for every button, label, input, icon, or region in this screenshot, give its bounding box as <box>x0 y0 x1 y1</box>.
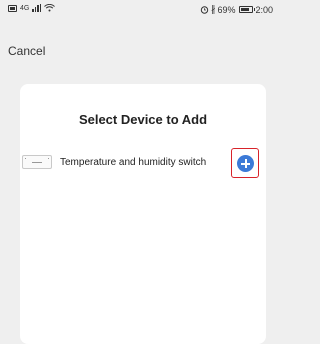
device-selection-card: Select Device to Add Temperature and hum… <box>20 84 266 344</box>
clock-time: 2:00 <box>255 4 273 15</box>
battery-percent: 69% <box>217 4 236 15</box>
plus-circle-icon[interactable] <box>237 155 254 172</box>
network-type-label: 4G <box>20 4 30 12</box>
cancel-button[interactable]: Cancel <box>8 44 45 58</box>
sim-card-icon <box>8 4 17 12</box>
device-list-item[interactable]: Temperature and humidity switch <box>20 148 266 178</box>
bluetooth-icon: ∦ <box>210 4 216 14</box>
status-right: ∦ 69% 2:00 <box>200 4 273 15</box>
device-name: Temperature and humidity switch <box>60 157 207 168</box>
alarm-clock-icon <box>200 5 209 14</box>
status-left: 4G <box>8 4 56 12</box>
add-device-highlight[interactable] <box>231 148 259 178</box>
signal-strength-icon <box>32 4 42 12</box>
status-bar: 4G ∦ 69% 2:00 <box>0 0 279 20</box>
card-title: Select Device to Add <box>78 112 208 127</box>
battery-icon <box>239 6 256 13</box>
wifi-icon <box>44 4 56 12</box>
device-thumbnail-icon <box>22 155 52 169</box>
